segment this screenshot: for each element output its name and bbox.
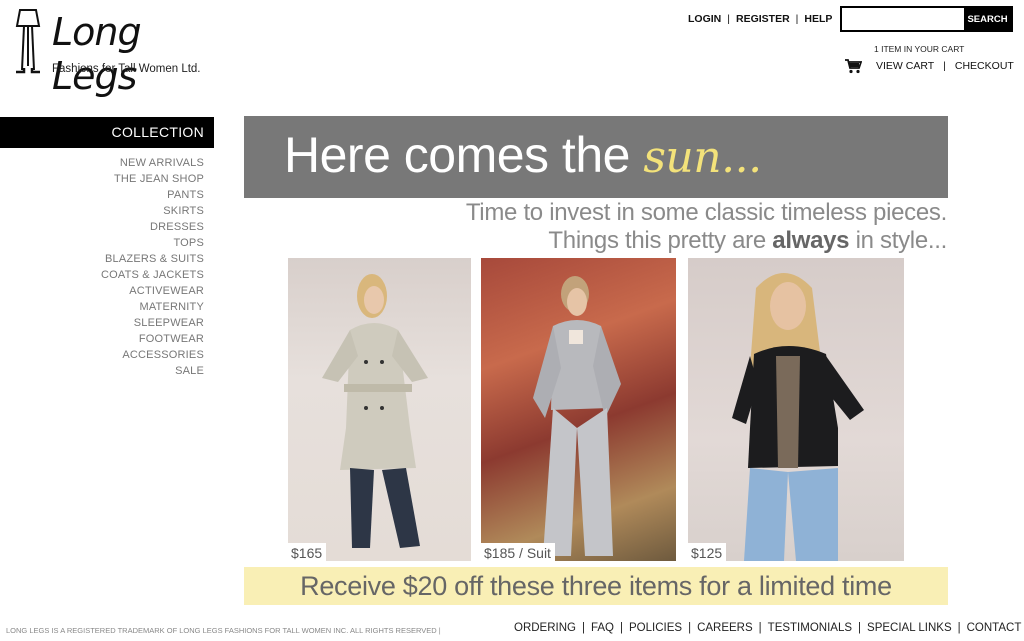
checkout-link[interactable]: CHECKOUT	[955, 60, 1014, 72]
separator: |	[581, 622, 585, 634]
nav-item-dresses[interactable]: DRESSES	[0, 219, 204, 235]
trench-coat-model-image	[322, 274, 428, 548]
nav-item-footwear[interactable]: FOOTWEAR	[0, 331, 204, 347]
product-black-jacket[interactable]: $125	[688, 258, 904, 561]
hero-heading-text: Here comes the	[284, 127, 630, 183]
nav-item-maternity[interactable]: MATERNITY	[0, 299, 204, 315]
product-price: $185 / Suit	[481, 543, 555, 561]
trademark-text: LONG LEGS IS A REGISTERED TRADEMARK OF L…	[6, 626, 437, 635]
nav-item-coats-jackets[interactable]: COATS & JACKETS	[0, 267, 204, 283]
product-grey-suit[interactable]: $185 / Suit	[481, 258, 676, 561]
black-jacket-model-image	[732, 273, 864, 561]
tagline-line-2-bold: always	[772, 227, 850, 254]
login-link[interactable]: LOGIN	[688, 13, 721, 25]
search-box: SEARCH	[840, 6, 1013, 32]
tagline-line-2-pre: Things this pretty are	[548, 227, 766, 254]
footer-link-special-links[interactable]: SPECIAL LINKS	[867, 622, 952, 634]
view-cart-link[interactable]: VIEW CART	[876, 60, 934, 72]
separator: |	[957, 622, 961, 634]
nav-item-blazers-suits[interactable]: BLAZERS & SUITS	[0, 251, 204, 267]
logo-name: Long Legs	[52, 10, 142, 98]
cart-actions: VIEW CART | CHECKOUT	[844, 58, 1014, 74]
nav-item-jean-shop[interactable]: THE JEAN SHOP	[0, 171, 204, 187]
cart-count: 1 ITEM IN YOUR CART	[874, 44, 965, 54]
collection-heading: COLLECTION	[0, 117, 214, 148]
nav-item-accessories[interactable]: ACCESSORIES	[0, 347, 204, 363]
nav-item-activewear[interactable]: ACTIVEWEAR	[0, 283, 204, 299]
separator: |	[688, 622, 692, 634]
trademark-notice: LONG LEGS IS A REGISTERED TRADEMARK OF L…	[6, 626, 441, 635]
nav-item-sleepwear[interactable]: SLEEPWEAR	[0, 315, 204, 331]
tagline-line-2-post: in style...	[855, 227, 948, 254]
hero-banner: Here comes the sun...	[244, 116, 948, 198]
hero-heading-script: sun...	[643, 132, 762, 183]
register-link[interactable]: REGISTER	[736, 13, 790, 25]
footer-link-ordering[interactable]: ORDERING	[514, 622, 576, 634]
lamp-legs-icon	[15, 9, 41, 74]
separator: |	[727, 13, 730, 25]
footer-link-contact-us[interactable]: CONTACT US	[967, 622, 1024, 634]
search-input[interactable]	[842, 8, 964, 30]
product-price: $165	[288, 543, 327, 561]
promo-banner[interactable]: Receive $20 off these three items for a …	[244, 567, 948, 605]
separator: |	[943, 60, 946, 72]
separator: |	[858, 622, 862, 634]
footer-link-policies[interactable]: POLICIES	[629, 622, 682, 634]
search-button[interactable]: SEARCH	[964, 8, 1011, 30]
nav-item-skirts[interactable]: SKIRTS	[0, 203, 204, 219]
separator: |	[758, 622, 762, 634]
product-trench-coat[interactable]: $165	[288, 258, 471, 561]
hero-heading: Here comes the sun...	[284, 126, 762, 184]
footer-nav: ORDERING | FAQ | POLICIES | CAREERS | TE…	[514, 622, 1024, 634]
separator: |	[620, 622, 623, 634]
logo-tagline: Fashions for Tall Women Ltd.	[52, 63, 201, 75]
separator: |	[795, 13, 799, 25]
nav-item-tops[interactable]: TOPS	[0, 235, 204, 251]
shopping-cart-icon[interactable]	[844, 58, 862, 74]
product-price: $125	[688, 543, 727, 561]
account-links: LOGIN | REGISTER | HELP	[688, 13, 832, 25]
nav-item-new-arrivals[interactable]: NEW ARRIVALS	[0, 155, 204, 171]
footer-link-faq[interactable]: FAQ	[591, 622, 614, 634]
grey-suit-model-image	[533, 276, 621, 556]
tagline-line-2: Things this pretty are always in style..…	[548, 227, 947, 255]
tagline-line-1: Time to invest in some classic timeless …	[465, 199, 947, 226]
nav-item-sale[interactable]: SALE	[0, 363, 204, 379]
footer-link-careers[interactable]: CAREERS	[697, 622, 753, 634]
help-link[interactable]: HELP	[804, 13, 832, 25]
nav-item-pants[interactable]: PANTS	[0, 187, 204, 203]
logo[interactable]: Long Legs Fashions for Tall Women Ltd.	[12, 8, 232, 98]
collection-nav: NEW ARRIVALS THE JEAN SHOP PANTS SKIRTS …	[0, 155, 204, 379]
footer-link-testimonials[interactable]: TESTIMONIALS	[768, 622, 852, 634]
